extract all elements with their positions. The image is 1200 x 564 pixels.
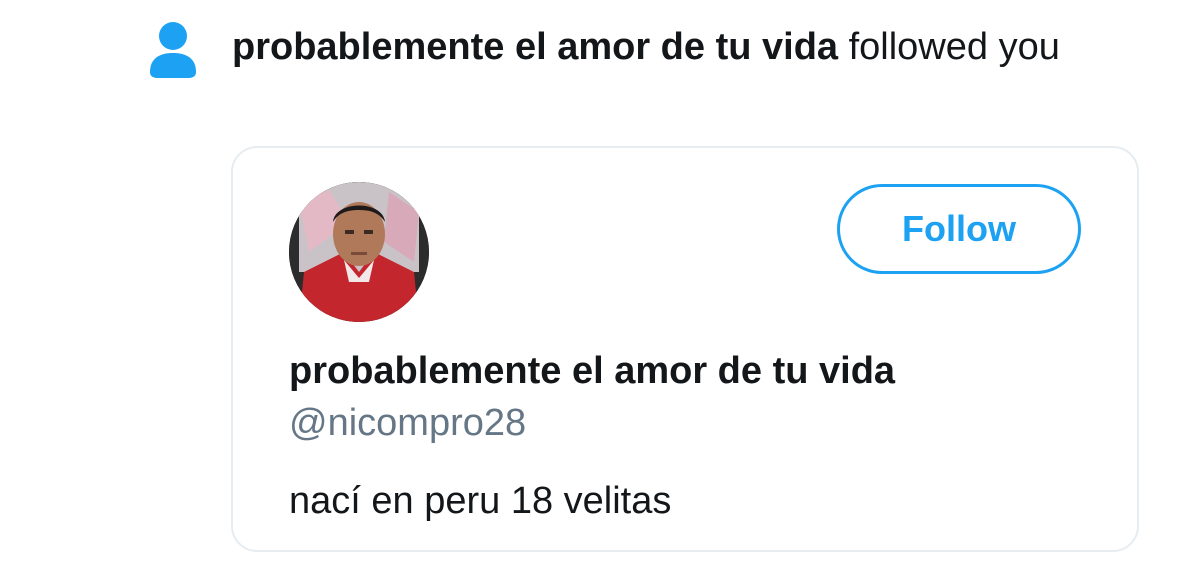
profile-handle[interactable]: @nicompro28 bbox=[289, 400, 526, 446]
follower-name-link[interactable]: probablemente el amor de tu vida bbox=[232, 26, 838, 68]
avatar[interactable] bbox=[289, 182, 429, 322]
profile-display-name[interactable]: probablemente el amor de tu vida bbox=[289, 348, 895, 394]
notification-text: probablemente el amor de tu vida followe… bbox=[232, 22, 1132, 72]
person-icon bbox=[148, 20, 198, 80]
notification-action-text: followed you bbox=[848, 26, 1060, 68]
follow-button[interactable]: Follow bbox=[837, 184, 1081, 274]
user-card[interactable]: Follow probablemente el amor de tu vida … bbox=[231, 146, 1139, 552]
profile-bio: nací en peru 18 velitas bbox=[289, 480, 672, 522]
